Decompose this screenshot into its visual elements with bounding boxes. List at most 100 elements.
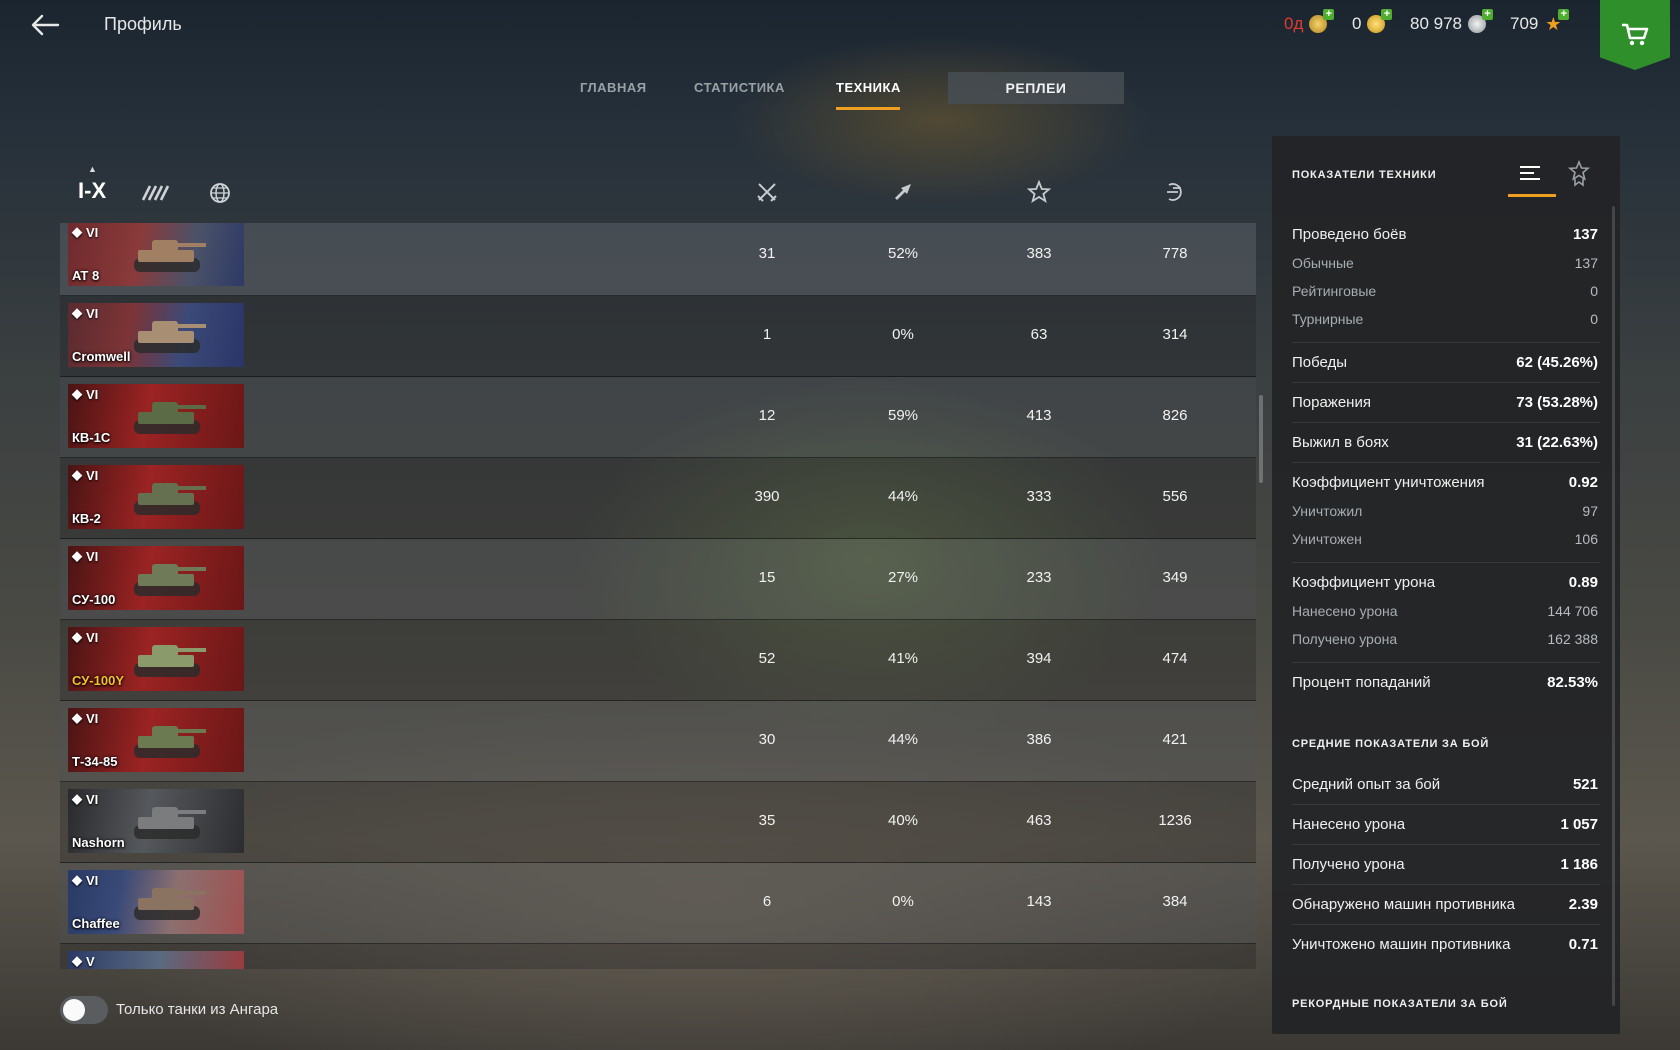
- free-xp-icon: ★ +: [1544, 9, 1570, 33]
- winrate-cell: 52%: [887, 245, 919, 262]
- vehicle-thumbnail: ◆ VI КВ-2: [68, 465, 244, 529]
- vehicle-row[interactable]: ◆ VI СУ-100Y 52 41% 394 474: [60, 620, 1256, 701]
- vehicle-row[interactable]: ◆ VI Т-34-85 30 44% 386 421: [60, 701, 1256, 782]
- add-premium-icon[interactable]: +: [1323, 9, 1335, 20]
- vehicle-name: КВ-2: [72, 511, 101, 526]
- hangar-only-toggle[interactable]: [60, 996, 108, 1024]
- vehicle-thumbnail: ◆ VI Cromwell: [68, 303, 244, 367]
- winrate-column-icon[interactable]: [891, 180, 915, 204]
- tab-statistics[interactable]: СТАТИСТИКА: [694, 80, 785, 95]
- stat-destroyed: Уничтожен 106: [1292, 531, 1598, 547]
- tab-main[interactable]: ГЛАВНАЯ: [580, 80, 647, 95]
- vehicle-row[interactable]: ◆ V: [60, 944, 1256, 969]
- tier-badge: ◆ VI: [72, 710, 98, 726]
- damage-column-icon[interactable]: [1163, 180, 1187, 204]
- tier-badge: ◆ VI: [72, 467, 98, 483]
- vehicle-thumbnail: ◆ VI AT 8: [68, 223, 244, 286]
- tier-filter[interactable]: ▲ I-X: [78, 164, 106, 204]
- winrate-cell: 0%: [892, 326, 914, 343]
- tier-label: V: [86, 953, 95, 969]
- stat-damage-dealt: Нанесено урона 144 706: [1292, 603, 1598, 619]
- stat-ranked: Рейтинговые 0: [1292, 283, 1598, 299]
- vehicle-name: СУ-100: [72, 592, 116, 607]
- experience-cell: 143: [1026, 893, 1052, 910]
- credits-icon: +: [1468, 9, 1493, 33]
- vehicle-row[interactable]: ◆ VI Chaffee 6 0% 143 384: [60, 863, 1256, 944]
- experience-cell: 413: [1026, 407, 1052, 424]
- winrate-cell: 0%: [892, 893, 914, 910]
- vehicle-class-icon: ◆: [72, 224, 82, 239]
- nation-filter-icon[interactable]: [205, 182, 235, 204]
- vehicle-row[interactable]: ◆ VI СУ-100 15 27% 233 349: [60, 539, 1256, 620]
- winrate-cell: 41%: [887, 650, 919, 667]
- stat-kd: Коэффициент уничтожения 0.92: [1292, 474, 1598, 491]
- stat-survived: Выжил в боях 31 (22.63%): [1292, 434, 1598, 451]
- tier-label: VI: [86, 467, 99, 483]
- active-tab-indicator: [836, 107, 900, 110]
- stat-regular: Обычные 137: [1292, 255, 1598, 271]
- add-credits-icon[interactable]: +: [1482, 9, 1493, 20]
- tier-label: VI: [86, 224, 99, 240]
- vehicle-row[interactable]: ◆ VI Nashorn 35 40% 463 1236: [60, 782, 1256, 863]
- vehicle-row[interactable]: ◆ VI Cromwell 1 0% 63 314: [60, 296, 1256, 377]
- gold-counter[interactable]: 0 +: [1352, 9, 1393, 34]
- vehicle-row[interactable]: ◆ VI КВ-1С 12 59% 413 826: [60, 377, 1256, 458]
- tank-icon: [134, 240, 206, 272]
- stat-losses: Поражения 73 (53.28%): [1292, 394, 1598, 411]
- achievements-icon[interactable]: [1564, 158, 1594, 188]
- vehicle-class-icon: ◆: [72, 791, 82, 806]
- shop-button[interactable]: [1600, 0, 1670, 70]
- tab-replays[interactable]: РЕПЛЕИ: [948, 72, 1124, 104]
- vehicle-type-filter-icon[interactable]: [141, 182, 171, 204]
- damage-cell: 1236: [1158, 812, 1192, 829]
- tier-label: VI: [86, 872, 99, 888]
- vehicle-class-icon: ◆: [72, 629, 82, 644]
- avg-spotted: Обнаружено машин противника 2.39: [1292, 896, 1598, 913]
- add-gold-icon[interactable]: +: [1381, 9, 1393, 20]
- tier-label: VI: [86, 710, 99, 726]
- panel-scrollbar[interactable]: [1612, 206, 1615, 1006]
- stats-list-icon[interactable]: [1508, 158, 1552, 188]
- vehicle-row[interactable]: ◆ VI AT 8 31 52% 383 778: [60, 223, 1256, 296]
- credits-counter[interactable]: 80 978 +: [1410, 9, 1493, 34]
- stat-damage-received: Получено урона 162 388: [1292, 631, 1598, 647]
- avg-damage-received: Получено урона 1 186: [1292, 856, 1598, 873]
- divider: [1292, 844, 1600, 845]
- tier-label: VI: [86, 791, 99, 807]
- vehicle-stats-panel: ПОКАЗАТЕЛИ ТЕХНИКИ Проведено боёв 137 Обы…: [1272, 136, 1620, 1034]
- divider: [1292, 462, 1600, 463]
- tier-badge: ◆ VI: [72, 224, 98, 240]
- battles-cell: 6: [762, 893, 772, 910]
- battles-cell: 15: [758, 569, 776, 586]
- tier-label: VI: [86, 629, 99, 645]
- stat-hit-rate: Процент попаданий 82.53%: [1292, 674, 1598, 691]
- tank-icon: [134, 483, 206, 515]
- record-section-title: РЕКОРДНЫЕ ПОКАЗАТЕЛИ ЗА БОЙ: [1292, 998, 1508, 1010]
- free-xp-counter[interactable]: 709 ★ +: [1510, 9, 1570, 34]
- experience-column-icon[interactable]: [1027, 180, 1051, 204]
- tab-vehicles[interactable]: ТЕХНИКА: [836, 80, 901, 95]
- tank-icon: [134, 888, 206, 920]
- vehicle-row[interactable]: ◆ VI КВ-2 390 44% 333 556: [60, 458, 1256, 539]
- vehicle-thumbnail: ◆ VI КВ-1С: [68, 384, 244, 448]
- battles-column-icon[interactable]: [755, 180, 779, 204]
- stat-battles: Проведено боёв 137: [1292, 226, 1598, 243]
- divider: [1292, 662, 1600, 663]
- damage-cell: 474: [1162, 650, 1188, 667]
- tank-icon: [134, 645, 206, 677]
- experience-cell: 383: [1026, 245, 1052, 262]
- divider: [1292, 884, 1600, 885]
- vehicle-name: Chaffee: [72, 916, 120, 931]
- battles-cell: 1: [762, 326, 772, 343]
- table-scrollbar[interactable]: [1259, 395, 1263, 483]
- premium-counter[interactable]: 0д +: [1284, 9, 1335, 34]
- experience-cell: 394: [1026, 650, 1052, 667]
- winrate-cell: 27%: [887, 569, 919, 586]
- tier-badge: ◆ VI: [72, 548, 98, 564]
- vehicle-name: Т-34-85: [72, 754, 118, 769]
- vehicle-class-icon: ◆: [72, 467, 82, 482]
- add-free-xp-icon[interactable]: +: [1558, 9, 1570, 20]
- battles-cell: 390: [754, 488, 780, 505]
- vehicle-class-icon: ◆: [72, 872, 82, 887]
- back-arrow-icon[interactable]: [30, 12, 60, 38]
